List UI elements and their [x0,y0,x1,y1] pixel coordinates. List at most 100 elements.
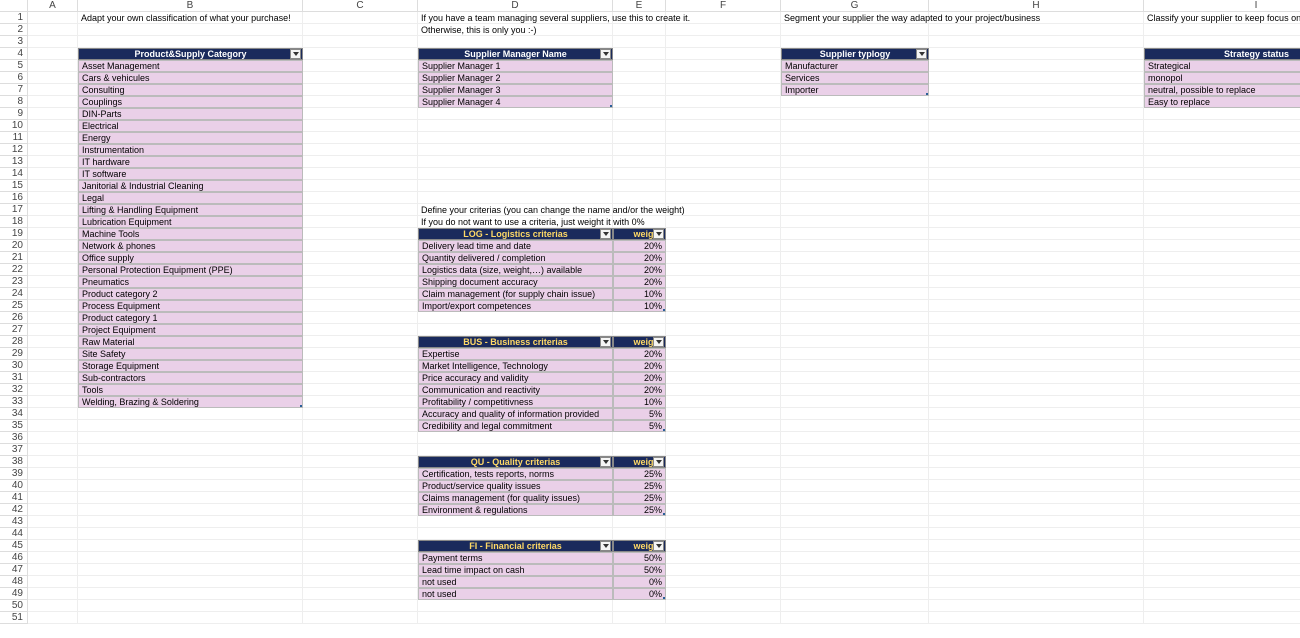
cell[interactable] [303,528,418,540]
row-header[interactable]: 41 [0,492,28,504]
range-resize-handle[interactable] [300,405,303,408]
criteria-item[interactable]: Communication and reactivity [418,384,613,396]
cell[interactable] [303,24,418,36]
cell[interactable] [418,168,613,180]
cell[interactable] [28,132,78,144]
column-header[interactable]: C [303,0,418,12]
cell[interactable] [28,492,78,504]
criteria-weight[interactable]: 10% [613,300,666,312]
supplier-manager-item[interactable]: Supplier Manager 3 [418,84,613,96]
cell[interactable] [28,84,78,96]
cell[interactable] [781,204,929,216]
cell[interactable] [781,120,929,132]
cell[interactable] [78,576,303,588]
strategy-status-item[interactable]: neutral, possible to replace [1144,84,1300,96]
product-category-item[interactable]: Lubrication Equipment [78,216,303,228]
row-header[interactable]: 3 [0,36,28,48]
cell[interactable] [28,408,78,420]
filter-dropdown-icon[interactable] [600,49,611,59]
strategy-status-header[interactable]: Strategy status [1144,48,1300,60]
cell[interactable] [1144,564,1300,576]
product-category-item[interactable]: Legal [78,192,303,204]
cell[interactable] [781,504,929,516]
cell[interactable] [303,36,418,48]
cell[interactable] [303,168,418,180]
criteria-item[interactable]: Delivery lead time and date [418,240,613,252]
cell[interactable] [666,492,781,504]
cell[interactable] [78,444,303,456]
cell[interactable] [28,108,78,120]
cell[interactable] [78,564,303,576]
cell[interactable] [1144,348,1300,360]
cell[interactable] [666,192,781,204]
cell[interactable] [781,96,929,108]
cell[interactable] [929,324,1144,336]
cell[interactable] [303,468,418,480]
supplier-typology-header[interactable]: Supplier typlogy [781,48,929,60]
cell[interactable] [28,144,78,156]
row-header[interactable]: 44 [0,528,28,540]
filter-dropdown-icon[interactable] [600,337,611,347]
cell[interactable] [28,612,78,624]
cell[interactable] [1144,420,1300,432]
cell[interactable] [303,204,418,216]
cell[interactable] [418,516,613,528]
cell[interactable] [303,348,418,360]
cell[interactable] [781,252,929,264]
product-category-item[interactable]: Electrical [78,120,303,132]
cell[interactable] [1144,516,1300,528]
cell[interactable] [929,264,1144,276]
criteria-weight[interactable]: 50% [613,564,666,576]
cell[interactable] [666,528,781,540]
criteria-item[interactable]: Product/service quality issues [418,480,613,492]
cell[interactable] [303,336,418,348]
cell[interactable] [781,300,929,312]
row-header[interactable]: 40 [0,480,28,492]
cell[interactable] [303,612,418,624]
cell[interactable] [1144,396,1300,408]
cell[interactable] [666,300,781,312]
filter-dropdown-icon[interactable] [600,457,611,467]
cell[interactable] [929,588,1144,600]
cell[interactable] [303,588,418,600]
range-resize-handle[interactable] [926,93,929,96]
row-header[interactable]: 11 [0,132,28,144]
cell[interactable] [666,120,781,132]
cell[interactable] [28,12,78,24]
row-header[interactable]: 43 [0,516,28,528]
cell[interactable] [28,420,78,432]
row-header[interactable]: 27 [0,324,28,336]
row-header[interactable]: 6 [0,72,28,84]
cell[interactable] [78,24,303,36]
cell[interactable] [666,168,781,180]
cell[interactable] [781,468,929,480]
cell[interactable] [303,516,418,528]
criteria-item[interactable]: not used [418,576,613,588]
supplier-typology-item[interactable]: Services [781,72,929,84]
cell[interactable] [666,516,781,528]
strategy-status-item[interactable]: monopol [1144,72,1300,84]
cell[interactable] [303,96,418,108]
product-category-item[interactable]: Pneumatics [78,276,303,288]
cell[interactable] [1144,108,1300,120]
cell[interactable] [418,444,613,456]
product-category-item[interactable]: Process Equipment [78,300,303,312]
cell[interactable] [78,540,303,552]
cell[interactable] [929,216,1144,228]
supplier-manager-item[interactable]: Supplier Manager 1 [418,60,613,72]
cell[interactable] [28,240,78,252]
criteria-item[interactable]: Expertise [418,348,613,360]
criteria-weight-header[interactable]: weight [613,336,666,348]
cell[interactable] [78,432,303,444]
cell[interactable] [666,348,781,360]
supplier-typology-item[interactable]: Manufacturer [781,60,929,72]
row-header[interactable]: 13 [0,156,28,168]
cell[interactable] [1144,180,1300,192]
cell[interactable] [929,348,1144,360]
cell[interactable] [613,516,666,528]
cell[interactable] [666,60,781,72]
row-header[interactable]: 26 [0,312,28,324]
product-category-item[interactable]: Welding, Brazing & Soldering [78,396,303,408]
cell[interactable] [303,288,418,300]
cell[interactable] [1144,480,1300,492]
